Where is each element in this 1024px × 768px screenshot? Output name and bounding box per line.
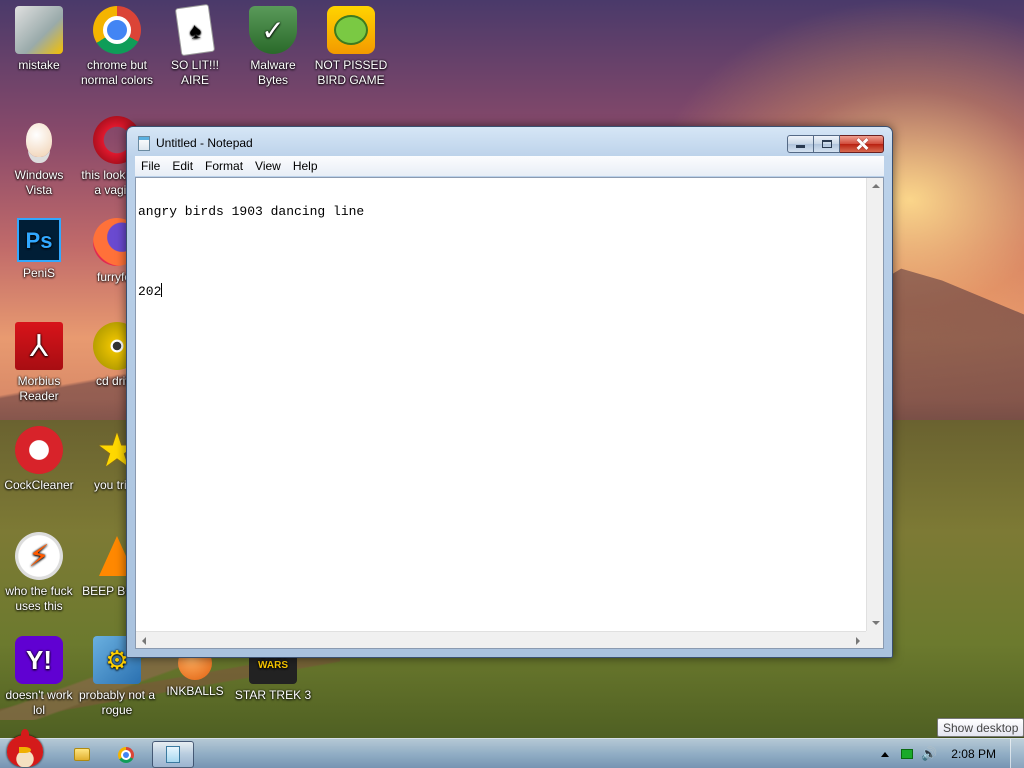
- resize-grip[interactable]: [866, 631, 883, 648]
- chrome-icon: [93, 6, 141, 54]
- yahoo-messenger-icon: Y!: [15, 636, 63, 684]
- desktop-icon-photoshop[interactable]: Ps PeniS: [0, 218, 78, 281]
- desktop-icon-solitaire[interactable]: ♠ SO LIT!!! AIRE: [156, 3, 234, 88]
- window-controls: [787, 135, 884, 153]
- menu-help[interactable]: Help: [287, 159, 324, 173]
- taskbar-explorer-button[interactable]: [68, 741, 96, 768]
- text-line-2: [138, 244, 864, 257]
- scroll-up-icon[interactable]: [872, 184, 880, 188]
- desktop-icon-label: SO LIT!!! AIRE: [170, 58, 219, 87]
- show-hidden-icons-icon[interactable]: [881, 751, 890, 757]
- desktop-icon-label: doesn't work lol: [5, 688, 73, 717]
- desktop-icon-malwarebytes[interactable]: ✓ Malware Bytes: [234, 6, 312, 88]
- chrome-icon: [118, 746, 134, 763]
- system-tray: 🔊 2:08 PM: [881, 739, 1024, 768]
- acrobat-icon: ⅄: [15, 322, 63, 370]
- taskbar-notepad-button[interactable]: [152, 741, 194, 768]
- desktop-icon-label: chrome but normal colors: [80, 58, 154, 87]
- vertical-scrollbar[interactable]: [866, 178, 883, 631]
- horizontal-scrollbar[interactable]: [136, 631, 866, 648]
- menu-format[interactable]: Format: [199, 159, 249, 173]
- network-icon[interactable]: [901, 749, 914, 759]
- folder-icon: [74, 748, 90, 761]
- show-desktop-button[interactable]: [1010, 739, 1024, 768]
- text-line-3: 202: [138, 283, 864, 299]
- egg-icon: [15, 116, 63, 164]
- text-caret: [161, 283, 163, 297]
- program-installer-icon: [15, 6, 63, 54]
- photoshop-icon: Ps: [17, 218, 61, 262]
- title-bar[interactable]: Untitled - Notepad: [127, 127, 892, 157]
- desktop-icon-label: Malware Bytes: [250, 58, 296, 87]
- desktop-icon-label: PeniS: [22, 266, 56, 280]
- scroll-right-icon[interactable]: [856, 637, 860, 645]
- desktop-icon-who-uses-this[interactable]: ⚡ who the fuck uses this: [0, 532, 78, 614]
- solitaire-cards-icon: ♠: [174, 3, 216, 57]
- scroll-left-icon[interactable]: [142, 637, 146, 645]
- desktop-icon-morbius-reader[interactable]: ⅄ Morbius Reader: [0, 322, 78, 404]
- desktop-icon-mistake[interactable]: mistake: [0, 6, 78, 73]
- desktop-icon-label: NOT PISSED BIRD GAME: [314, 58, 388, 87]
- desktop-icon-chrome[interactable]: chrome but normal colors: [78, 6, 156, 88]
- start-button[interactable]: [2, 729, 48, 768]
- desktop-icon-bird-game[interactable]: NOT PISSED BIRD GAME: [312, 6, 390, 88]
- clock[interactable]: 2:08 PM: [951, 747, 996, 761]
- notepad-icon: [166, 746, 180, 763]
- minimize-icon: [796, 145, 805, 148]
- maximize-icon: [821, 140, 832, 148]
- menu-bar: File Edit Format View Help: [135, 156, 884, 176]
- taskbar: 🔊 2:08 PM: [0, 729, 1024, 768]
- green-pig-icon: [327, 6, 375, 54]
- menu-edit[interactable]: Edit: [166, 159, 199, 173]
- notepad-icon: [138, 136, 150, 151]
- text-content[interactable]: angry birds 1903 dancing line 202: [136, 178, 866, 631]
- desktop-icon-yahoo[interactable]: Y! doesn't work lol: [0, 636, 78, 718]
- close-button[interactable]: [840, 135, 884, 153]
- volume-icon[interactable]: 🔊: [921, 746, 937, 762]
- desktop-icon-label: Morbius Reader: [17, 374, 61, 403]
- shield-check-icon: ✓: [249, 6, 297, 54]
- desktop-icon-label: who the fuck uses this: [5, 584, 73, 613]
- desktop-icon-label: CockCleaner: [4, 478, 74, 492]
- scroll-down-icon[interactable]: [872, 621, 880, 625]
- minimize-button[interactable]: [787, 135, 814, 153]
- text-line-3-content: 202: [138, 284, 162, 299]
- ccleaner-icon: [15, 426, 63, 474]
- desktop-icon-label: STAR TREK 3: [234, 688, 312, 702]
- window-title: Untitled - Notepad: [156, 136, 253, 150]
- desktop-icon-label: INKBALLS: [166, 684, 224, 698]
- desktop-icon-windows-vista[interactable]: Windows Vista: [0, 116, 78, 198]
- menu-view[interactable]: View: [249, 159, 287, 173]
- notepad-window[interactable]: Untitled - Notepad File Edit Format View…: [126, 126, 893, 658]
- desktop-icon-label: mistake: [18, 58, 60, 72]
- desktop-icon-label: probably not a rogue: [78, 688, 156, 717]
- text-line-1: angry birds 1903 dancing line: [138, 204, 365, 219]
- maximize-button[interactable]: [814, 135, 840, 153]
- angry-bird-icon: [7, 729, 43, 767]
- desktop-icon-ccleaner[interactable]: CockCleaner: [0, 426, 78, 493]
- show-desktop-tooltip: Show desktop: [937, 718, 1024, 737]
- lightning-bolt-icon: ⚡: [15, 532, 63, 580]
- taskbar-chrome-button[interactable]: [112, 741, 140, 768]
- editor-area[interactable]: angry birds 1903 dancing line 202: [135, 177, 884, 649]
- close-icon: [855, 137, 869, 151]
- desktop-icon-label: Windows Vista: [14, 168, 64, 197]
- menu-file[interactable]: File: [135, 159, 166, 173]
